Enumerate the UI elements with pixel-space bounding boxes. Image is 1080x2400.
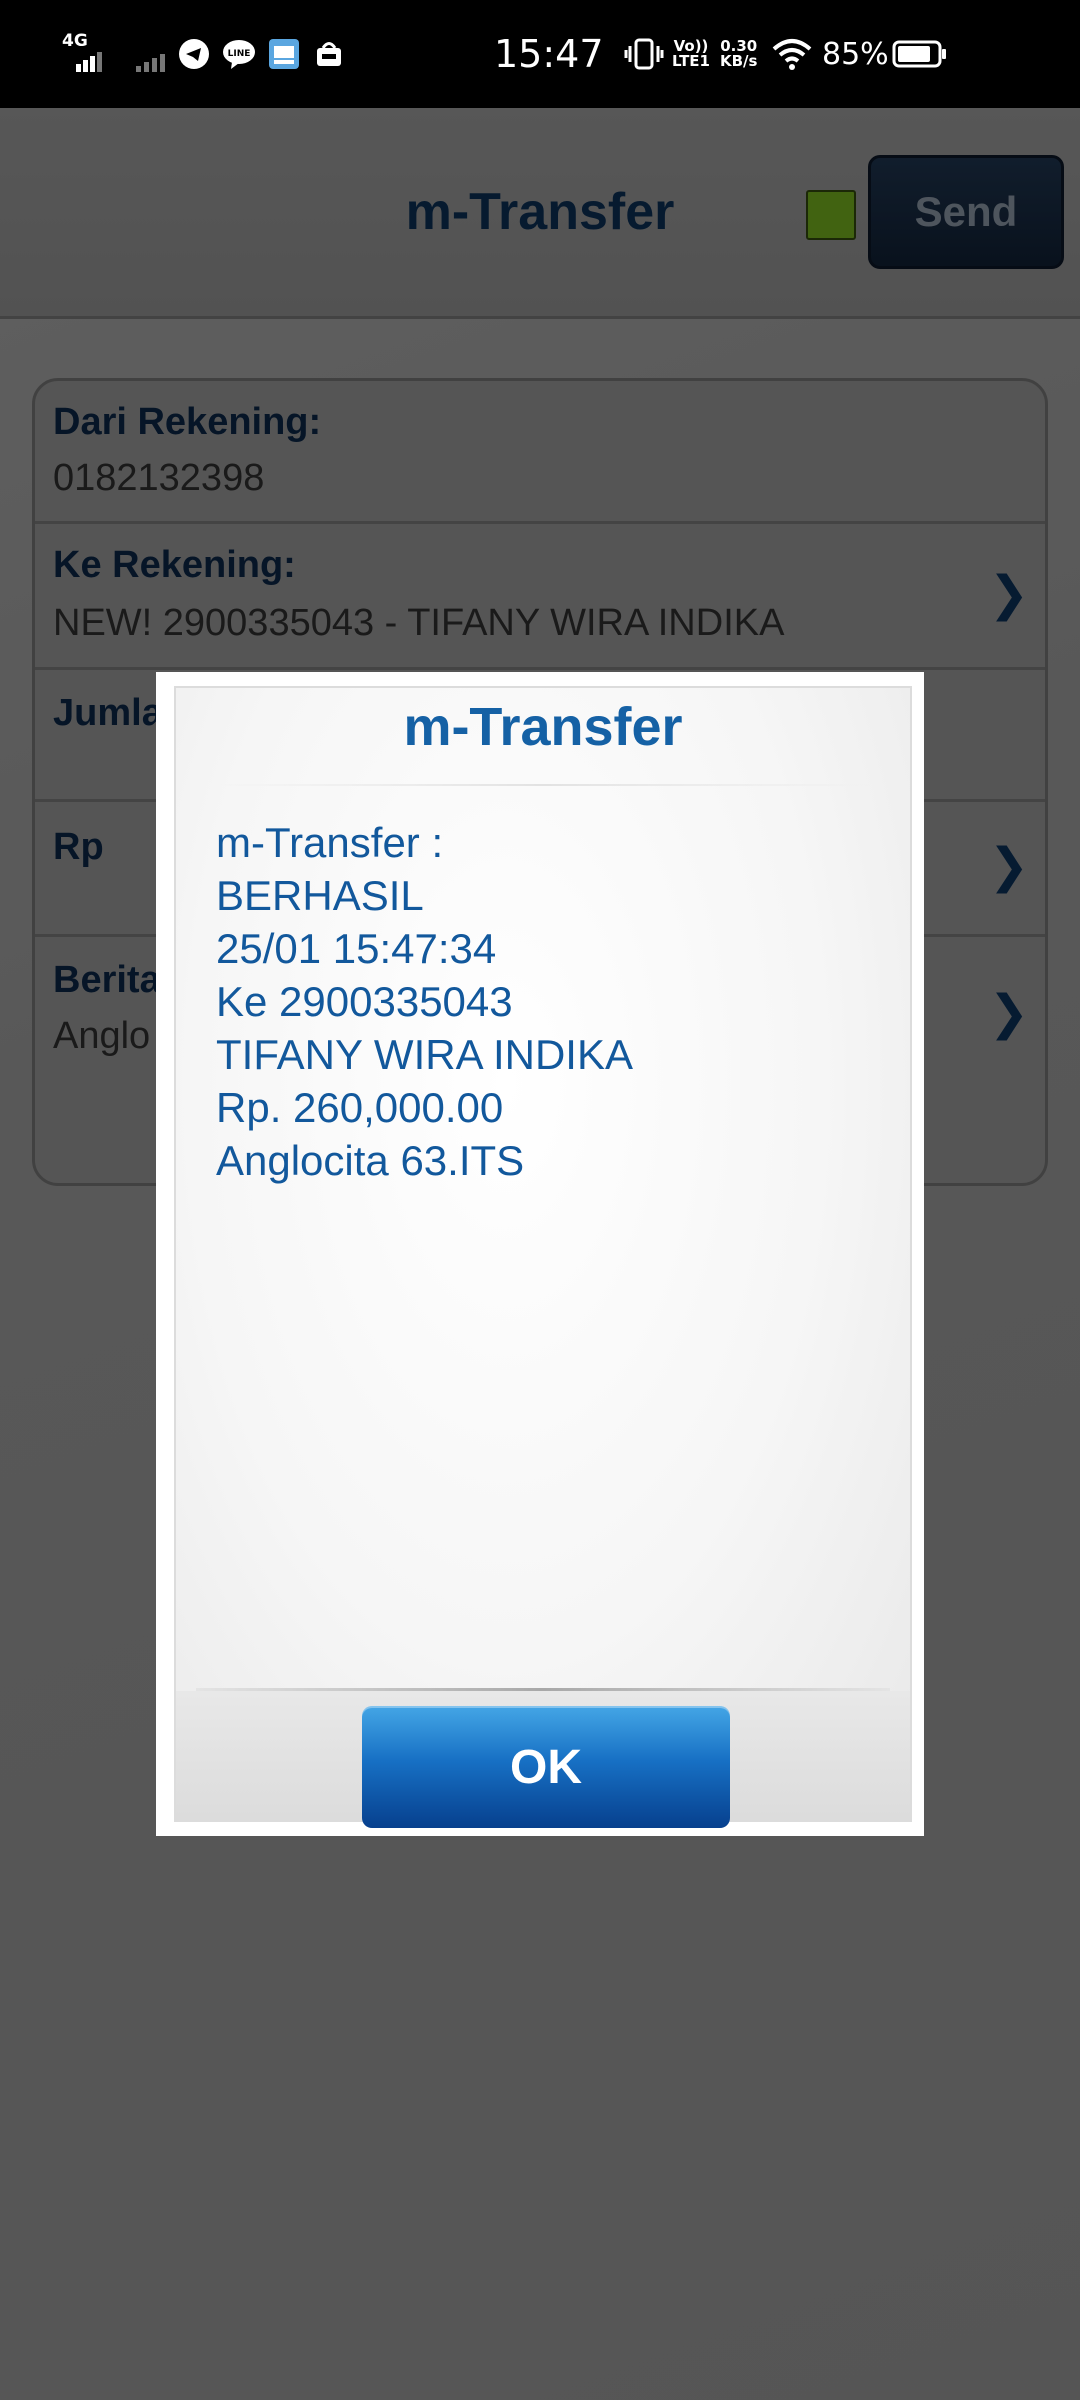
dialog-title: m-Transfer <box>403 697 683 757</box>
line-app-icon: LINE <box>222 0 256 108</box>
wifi-icon <box>772 0 812 108</box>
battery-percent: 85% <box>822 36 889 72</box>
message-line: m-Transfer : <box>216 819 444 866</box>
status-time: 15:47 <box>494 32 604 76</box>
message-line: 25/01 15:47:34 <box>216 925 497 972</box>
net-speed-unit: KB/s <box>720 52 758 70</box>
ok-button[interactable]: OK <box>362 1706 730 1828</box>
result-dialog: m-Transfer m-Transfer : BERHASIL 25/01 1… <box>156 672 924 1836</box>
message-line: Ke 2900335043 <box>216 978 513 1025</box>
net-speed: 0.30 KB/s <box>720 0 757 108</box>
dialog-message: m-Transfer : BERHASIL 25/01 15:47:34 Ke … <box>216 816 633 1187</box>
message-line: Anglocita 63.ITS <box>216 1137 525 1184</box>
signal-4g-icon: 4G <box>62 0 112 108</box>
vibrate-icon <box>624 0 664 108</box>
dialog-panel: m-Transfer m-Transfer : BERHASIL 25/01 1… <box>174 686 912 1828</box>
message-line: Rp. 260,000.00 <box>216 1084 504 1131</box>
shop-app-icon <box>314 0 344 108</box>
signal-sim2-icon <box>134 0 174 108</box>
dialog-divider <box>216 784 870 786</box>
dialog-footer-divider <box>196 1688 890 1691</box>
status-bar: 4G LINE 15:47 Vo)) LTE1 0.30 KB/s 85% <box>0 0 1080 108</box>
message-line: TIFANY WIRA INDIKA <box>216 1031 633 1078</box>
svg-text:LINE: LINE <box>228 49 251 59</box>
battery-icon <box>892 0 948 108</box>
message-line: BERHASIL <box>216 872 424 919</box>
volte-icon: Vo)) LTE1 <box>672 37 710 70</box>
bank-app-icon <box>268 0 300 108</box>
telegram-icon <box>178 0 210 108</box>
